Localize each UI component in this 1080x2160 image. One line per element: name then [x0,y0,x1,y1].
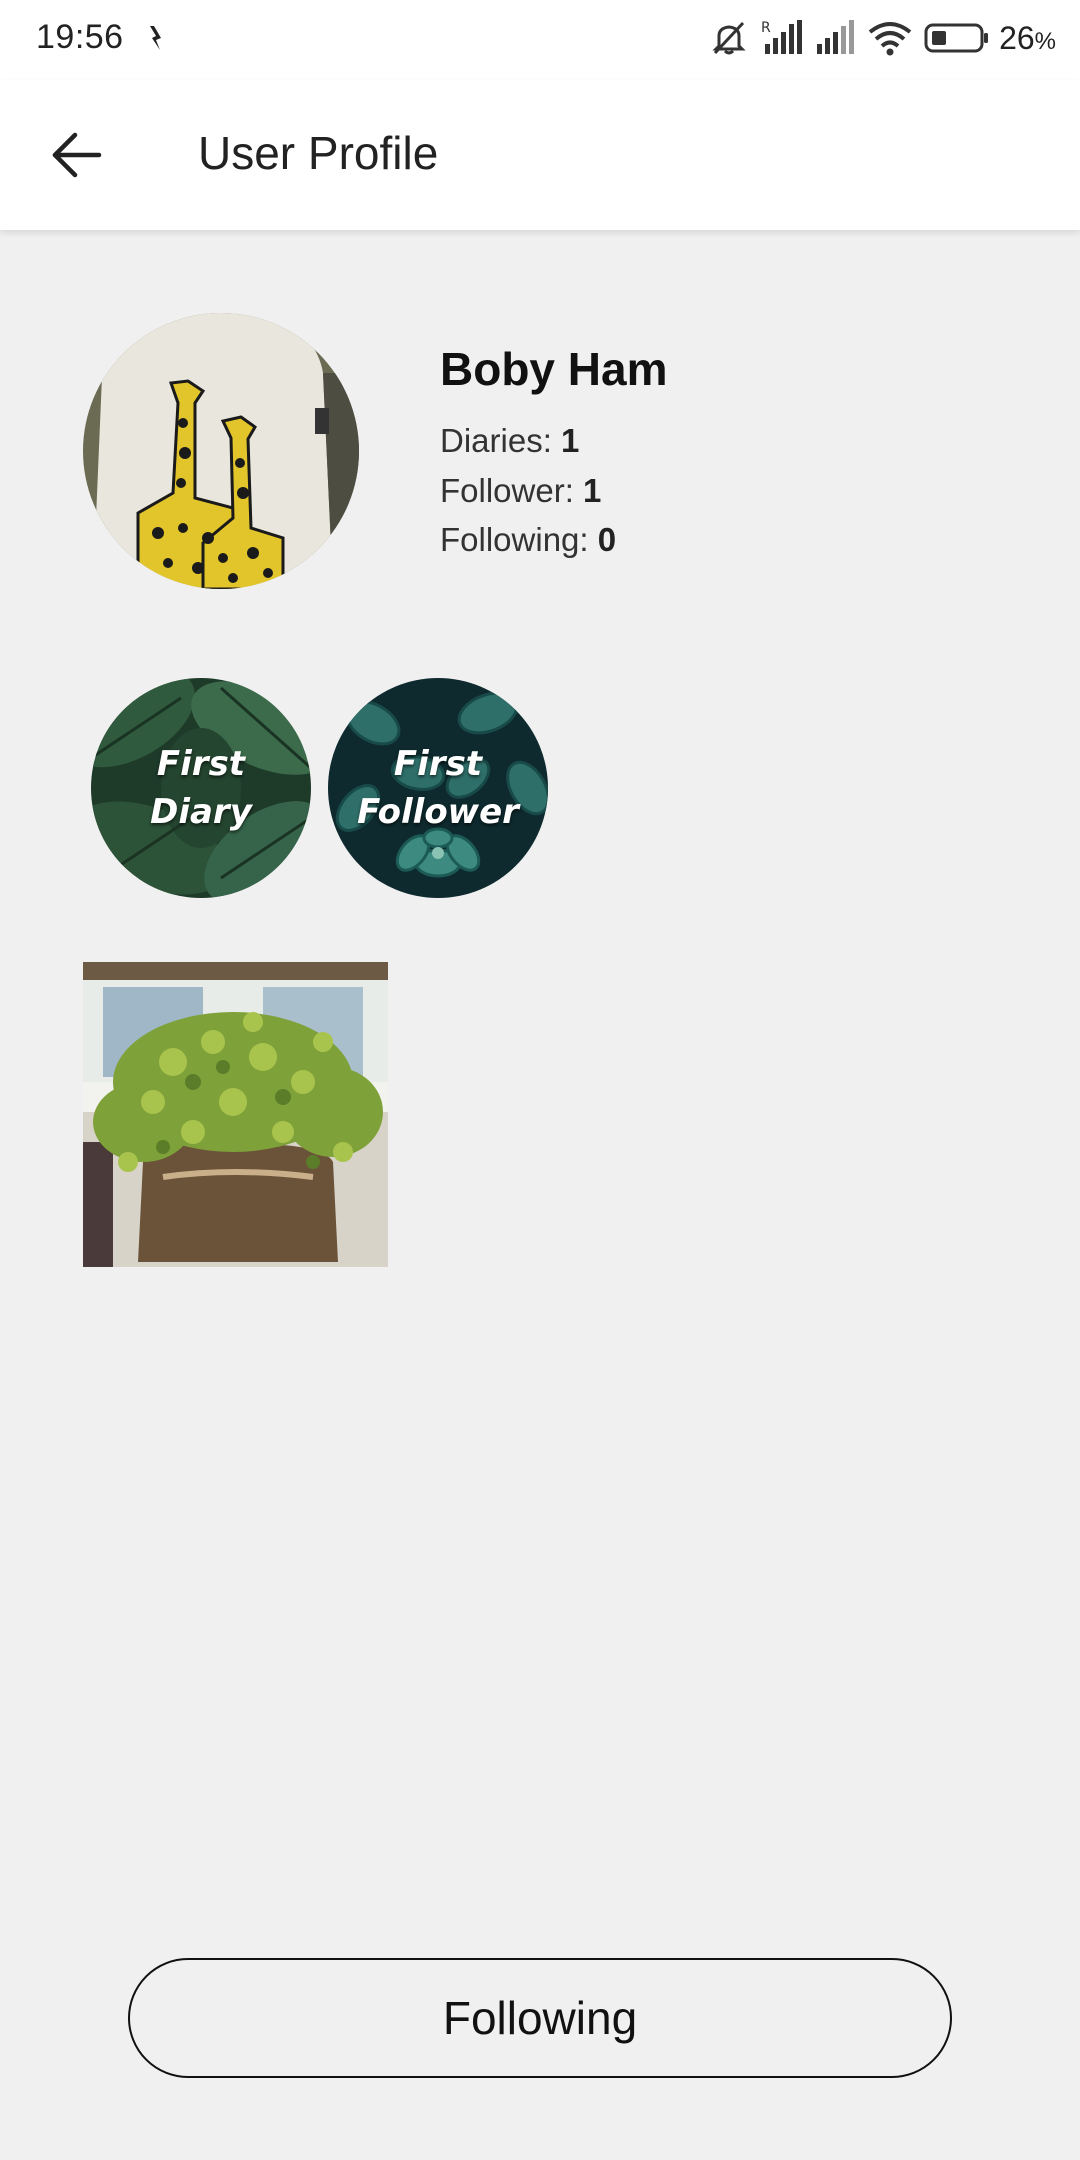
stat-follower-label: Follower: [440,472,584,509]
stat-diaries-label: Diaries: [440,422,562,459]
stat-following-value: 0 [597,521,617,558]
stat-follower-value: 1 [583,472,602,509]
mute-icon [712,21,746,55]
app-bar: User Profile [0,80,1080,230]
avatar[interactable] [83,313,359,589]
battery-level: 26% [999,19,1056,56]
stat-diaries: Diaries: 1 [440,422,579,460]
status-icons: R 26% [709,16,1056,60]
diary-thumbnail[interactable] [83,962,388,1267]
badge-first-follower-label: First Follower [357,744,519,832]
svg-text:R: R [761,20,771,36]
notification-icon [150,26,161,50]
badge-first-diary[interactable]: First Diary [91,678,311,898]
status-time: 19:56 [36,18,124,56]
stat-diaries-value: 1 [561,422,580,459]
battery-icon [924,23,989,53]
badge-first-diary-label: First Diary [150,744,252,832]
stat-following: Following: 0 [440,521,616,559]
status-bar: 19:56 R 26% [0,0,1080,80]
avatar-image [83,313,359,589]
page-title: User Profile [198,127,439,179]
signal-icon [817,20,855,54]
following-button[interactable]: Following [128,1958,952,2078]
back-button[interactable] [40,118,114,192]
plant-photo [83,962,388,1267]
arrow-left-icon [52,132,102,178]
wifi-icon [868,22,912,56]
badge-first-follower[interactable]: First Follower [328,678,548,898]
signal-roaming-icon: R [761,20,803,54]
profile-name: Boby Ham [440,343,668,395]
stat-following-label: Following: [440,521,598,558]
stat-follower: Follower: 1 [440,472,601,510]
